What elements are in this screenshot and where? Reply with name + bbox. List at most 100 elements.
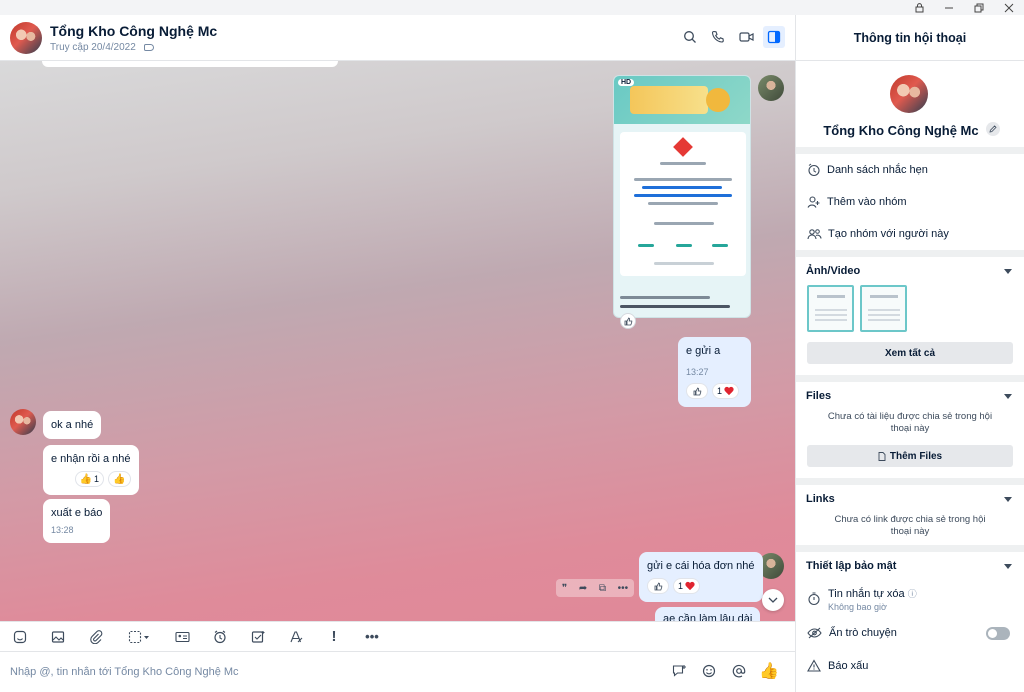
contact-card-icon[interactable] [172,627,192,647]
task-icon[interactable] [248,627,268,647]
my-avatar[interactable] [758,75,784,101]
image-icon[interactable] [48,627,68,647]
screenshot-icon[interactable] [124,627,154,647]
eye-off-icon [807,627,822,639]
message-bubble-received[interactable]: xuất e báo 13:28 [43,499,111,543]
more-icon[interactable]: ••• [618,583,629,594]
last-access-text: Truy cập 20/4/2022 [50,41,136,53]
message-text: e nhận rồi a nhé [51,453,131,465]
video-call-icon[interactable] [735,26,757,48]
message-input[interactable] [10,666,650,678]
media-thumbnail[interactable] [807,285,854,332]
message-bubble-received[interactable]: ok a nhé [43,411,102,439]
message-text: ok a nhé [51,419,94,431]
hd-badge: HD [618,79,635,86]
timer-icon [808,592,820,606]
media-section: Ảnh/Video Xem tất cả [796,257,1024,375]
composer-toolbar: ! ••• [0,621,795,651]
like-reaction-button[interactable] [620,313,636,329]
like-reaction-button[interactable] [686,383,708,399]
scroll-down-button[interactable] [762,589,784,611]
chevron-down-icon[interactable] [1004,268,1012,274]
chat-header: Tổng Kho Công Nghệ Mc Truy cập 20/4/2022 [0,15,795,61]
sticker-icon[interactable] [10,627,30,647]
message-bubble-received[interactable]: e nhận rồi a nhé 👍 1 👍 [43,445,139,495]
composer: 👍 [0,651,795,692]
urgent-icon[interactable]: ! [324,627,344,647]
message-list[interactable]: HD e gửi a 13:27 1 ok a nhé e nhận rồi a… [0,61,795,621]
security-section: Thiết lập bảo mật Tin nhắn tự xóa ⓘ Khôn… [796,552,1024,692]
tag-icon[interactable] [143,43,154,51]
message-text: e gửi a [686,345,721,357]
links-empty-text: Chưa có link được chia sẻ trong hội thoạ… [834,514,986,537]
warning-icon [807,659,821,672]
message-bubble-sent[interactable]: gửi e cái hóa đơn nhé 1 [639,552,763,602]
message-text: xuất e báo [51,507,103,519]
reaction-summary[interactable]: 1 [673,578,701,594]
close-button[interactable] [994,0,1024,15]
message-bubble-partial [42,61,338,67]
chevron-down-icon[interactable] [1004,563,1012,569]
message-bubble-sent[interactable]: e gửi a 13:27 1 [678,337,751,407]
quote-icon[interactable]: ❞ [562,583,567,594]
mention-icon[interactable] [729,661,749,681]
files-empty-text: Chưa có tài liệu được chia sẻ trong hội … [827,411,993,434]
hide-chat-item[interactable]: Ẩn trò chuyện [796,618,1024,648]
hide-chat-toggle[interactable] [986,626,1010,640]
message-time: 13:28 [51,525,74,535]
minimize-button[interactable] [934,0,964,15]
image-message[interactable]: HD [613,75,751,318]
heart-icon [724,387,734,396]
like-icon: 👍 [79,473,93,485]
quick-message-icon[interactable] [669,661,689,681]
files-section: Files Chưa có tài liệu được chia sẻ tron… [796,382,1024,478]
like-icon: 👍 [113,473,126,485]
links-section: Links Chưa có link được chia sẻ trong hộ… [796,485,1024,545]
send-like-icon[interactable]: 👍 [759,661,779,681]
message-bubble-sent[interactable]: ae cần làm lâu dài [655,607,761,621]
toggle-info-panel-icon[interactable] [763,26,785,48]
reminder-icon[interactable] [210,627,230,647]
phone-icon[interactable] [707,26,729,48]
file-icon [878,451,886,461]
contact-avatar[interactable] [10,409,36,435]
links-section-header[interactable]: Links [796,485,1024,513]
search-icon[interactable] [679,26,701,48]
create-group-item[interactable]: Tạo nhóm với người này [796,218,1024,250]
message-hover-actions: ❞ ➦ ⧉ ••• [556,579,634,597]
report-item[interactable]: Báo xấu [796,651,1024,681]
chevron-down-icon[interactable] [1004,496,1012,502]
add-files-button[interactable]: Thêm Files [807,445,1013,467]
clock-icon [808,163,820,177]
like-reaction-button[interactable]: 👍 [108,471,131,487]
panel-actions: Danh sách nhắc hẹn Thêm vào nhóm Tạo nhó… [796,154,1024,250]
contact-name[interactable]: Tổng Kho Công Nghệ Mc [50,23,217,39]
contact-avatar[interactable] [10,21,42,54]
security-section-header[interactable]: Thiết lập bảo mật [796,552,1024,580]
help-icon[interactable]: ⓘ [908,589,917,599]
profile-section: Tổng Kho Công Nghệ Mc [796,61,1024,147]
files-section-header[interactable]: Files [796,382,1024,410]
reaction-summary[interactable]: 👍 1 [74,471,105,487]
lock-icon[interactable] [904,0,934,15]
like-reaction-button[interactable] [647,578,669,594]
add-to-group-item[interactable]: Thêm vào nhóm [796,186,1024,218]
reaction-summary[interactable]: 1 [712,383,740,399]
contact-avatar[interactable] [890,75,928,113]
chevron-down-icon[interactable] [1004,393,1012,399]
window-titlebar [0,0,1024,15]
more-options-icon[interactable]: ••• [362,627,382,647]
auto-delete-item[interactable]: Tin nhắn tự xóa ⓘ Không bao giờ [796,580,1024,618]
pin-icon[interactable]: ⧉ [599,583,606,594]
media-section-header[interactable]: Ảnh/Video [796,257,1024,285]
text-format-icon[interactable] [286,627,306,647]
edit-name-icon[interactable] [986,122,1000,136]
forward-icon[interactable]: ➦ [579,583,587,594]
reminder-list-item[interactable]: Danh sách nhắc hẹn [796,154,1024,186]
view-all-media-button[interactable]: Xem tất cả [807,342,1013,364]
media-thumbnail[interactable] [860,285,907,332]
attachment-icon[interactable] [86,627,106,647]
emoji-icon[interactable] [699,661,719,681]
message-time: 13:27 [686,367,709,377]
restore-button[interactable] [964,0,994,15]
